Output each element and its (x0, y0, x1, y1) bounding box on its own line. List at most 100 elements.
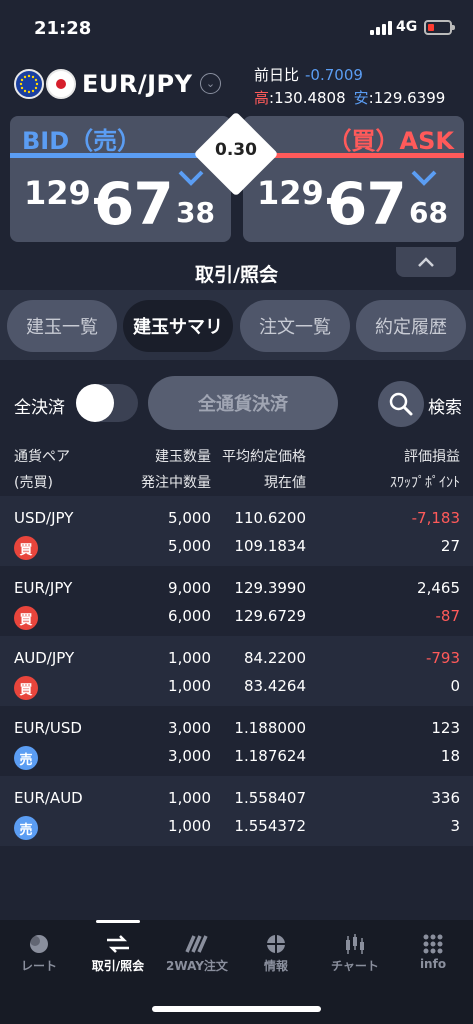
sell-badge: 売 (14, 816, 38, 840)
row-position-qty: 5,000 (168, 509, 211, 527)
header-current: 現在値 (264, 475, 306, 491)
row-avg-price: 110.6200 (234, 509, 306, 527)
row-avg-price: 1.558407 (234, 789, 306, 807)
ask-label: （買）ASK (327, 127, 454, 155)
row-swap: 18 (440, 747, 460, 765)
high-value: :130.4808 (269, 89, 346, 107)
down-arrow-icon (411, 168, 437, 192)
status-bar: 21:28 4G (0, 0, 473, 56)
nav-info-menu[interactable]: info (386, 920, 473, 990)
row-current: 1.554372 (234, 817, 306, 835)
tab-position-summary[interactable]: 建玉サマリ (123, 300, 233, 352)
header-side: (売買) (14, 475, 53, 491)
row-avg-price: 129.3990 (234, 579, 306, 597)
row-order-qty: 5,000 (168, 537, 211, 555)
low-label: 安 (353, 89, 369, 107)
settle-all-button[interactable]: 全通貨決済 (148, 376, 338, 430)
high-low: 高:130.4808 安:129.6399 (254, 87, 445, 108)
row-position-qty: 9,000 (168, 579, 211, 597)
bid-price-main: 129. (24, 174, 103, 212)
tab-bar: 建玉一覧 建玉サマリ 注文一覧 約定履歴 (0, 290, 473, 360)
row-swap: 0 (450, 677, 460, 695)
pair-title[interactable]: EUR/JPY (82, 70, 193, 98)
signal-icon (370, 21, 392, 35)
row-swap: 27 (440, 537, 460, 555)
spread-value: 0.30 (215, 140, 257, 160)
row-current: 109.1834 (234, 537, 306, 555)
search-label[interactable]: 検索 (428, 393, 462, 418)
row-swap: 3 (450, 817, 460, 835)
row-swap: -87 (435, 607, 461, 625)
table-row[interactable]: EUR/JPY 買 9,000 6,000 129.3990 129.6729 … (0, 566, 473, 636)
sell-badge: 売 (14, 746, 38, 770)
battery-icon (424, 20, 455, 35)
header-swap: ｽﾜｯﾌﾟﾎﾟｲﾝﾄ (390, 475, 460, 491)
row-pair: AUD/JPY (14, 649, 75, 667)
nav-label: info (419, 957, 447, 971)
trade-icon (104, 932, 132, 956)
buy-badge: 買 (14, 606, 38, 630)
active-indicator (96, 920, 140, 923)
pair-header: EUR/JPY ⌄ 前日比 -0.7009 高:130.4808 安:129.639… (0, 56, 473, 112)
twoway-icon (183, 932, 211, 956)
ask-price-big: 67 (327, 170, 407, 238)
ask-button[interactable]: （買）ASK 129. 67 68 (243, 116, 464, 242)
table-row[interactable]: EUR/AUD 売 1,000 1,000 1.558407 1.554372 … (0, 776, 473, 846)
table-row[interactable]: AUD/JPY 買 1,000 1,000 84.2200 83.4264 -7… (0, 636, 473, 706)
row-position-qty: 1,000 (168, 789, 211, 807)
row-current: 129.6729 (234, 607, 306, 625)
row-pnl: 123 (431, 719, 460, 737)
buy-badge: 買 (14, 536, 38, 560)
row-pair: EUR/JPY (14, 579, 73, 597)
row-position-qty: 1,000 (168, 649, 211, 667)
table-row[interactable]: USD/JPY 買 5,000 5,000 110.6200 109.1834 … (0, 496, 473, 566)
tab-position-list[interactable]: 建玉一覧 (7, 300, 117, 352)
header-pnl: 評価損益 (404, 449, 460, 465)
row-pair: EUR/USD (14, 719, 82, 737)
status-time: 21:28 (34, 18, 92, 39)
section-title: 取引/照会 (195, 264, 278, 286)
row-pnl: 336 (431, 789, 460, 807)
network-label: 4G (396, 19, 418, 35)
header-pair: 通貨ペア (14, 449, 70, 465)
prev-day-label: 前日比 (254, 66, 300, 84)
high-label: 高 (254, 89, 270, 107)
row-order-qty: 1,000 (168, 677, 211, 695)
tab-execution-history[interactable]: 約定履歴 (356, 300, 466, 352)
rate-icon (25, 932, 53, 956)
low-value: :129.6399 (368, 89, 446, 107)
tab-order-list[interactable]: 注文一覧 (240, 300, 350, 352)
row-order-qty: 3,000 (168, 747, 211, 765)
chart-icon (341, 932, 369, 956)
table-header: 通貨ペア (売買) 建玉数量 発注中数量 平均約定価格 現在値 評価損益 ｽﾜｯ… (0, 440, 473, 496)
close-all-toggle[interactable] (76, 384, 138, 422)
row-avg-price: 84.2200 (243, 649, 306, 667)
eu-flag-icon (14, 69, 44, 99)
close-all-label: 全決済 (14, 398, 65, 418)
row-avg-price: 1.188000 (234, 719, 306, 737)
row-pnl: -793 (425, 649, 460, 667)
chevron-down-icon[interactable]: ⌄ (200, 73, 221, 94)
bid-button[interactable]: BID（売） 129. 67 38 (10, 116, 231, 242)
row-position-qty: 3,000 (168, 719, 211, 737)
row-pair: USD/JPY (14, 509, 74, 527)
home-indicator[interactable] (152, 1006, 321, 1012)
row-order-qty: 1,000 (168, 817, 211, 835)
grid-icon (419, 932, 447, 956)
header-avg-price: 平均約定価格 (222, 449, 306, 465)
row-order-qty: 6,000 (168, 607, 211, 625)
row-current: 83.4264 (243, 677, 306, 695)
search-icon (389, 392, 413, 416)
info-globe-icon (262, 932, 290, 956)
table-row[interactable]: EUR/USD 売 3,000 3,000 1.188000 1.187624 … (0, 706, 473, 776)
bid-label: BID（売） (22, 127, 142, 155)
header-position-qty: 建玉数量 (155, 449, 211, 465)
prev-day-value: -0.7009 (305, 66, 363, 84)
bid-price-small: 38 (176, 196, 215, 229)
row-pnl: -7,183 (411, 509, 460, 527)
row-pair: EUR/AUD (14, 789, 83, 807)
search-button[interactable] (378, 381, 424, 427)
down-arrow-icon (178, 168, 204, 192)
bid-price-big: 67 (94, 170, 174, 238)
buy-badge: 買 (14, 676, 38, 700)
